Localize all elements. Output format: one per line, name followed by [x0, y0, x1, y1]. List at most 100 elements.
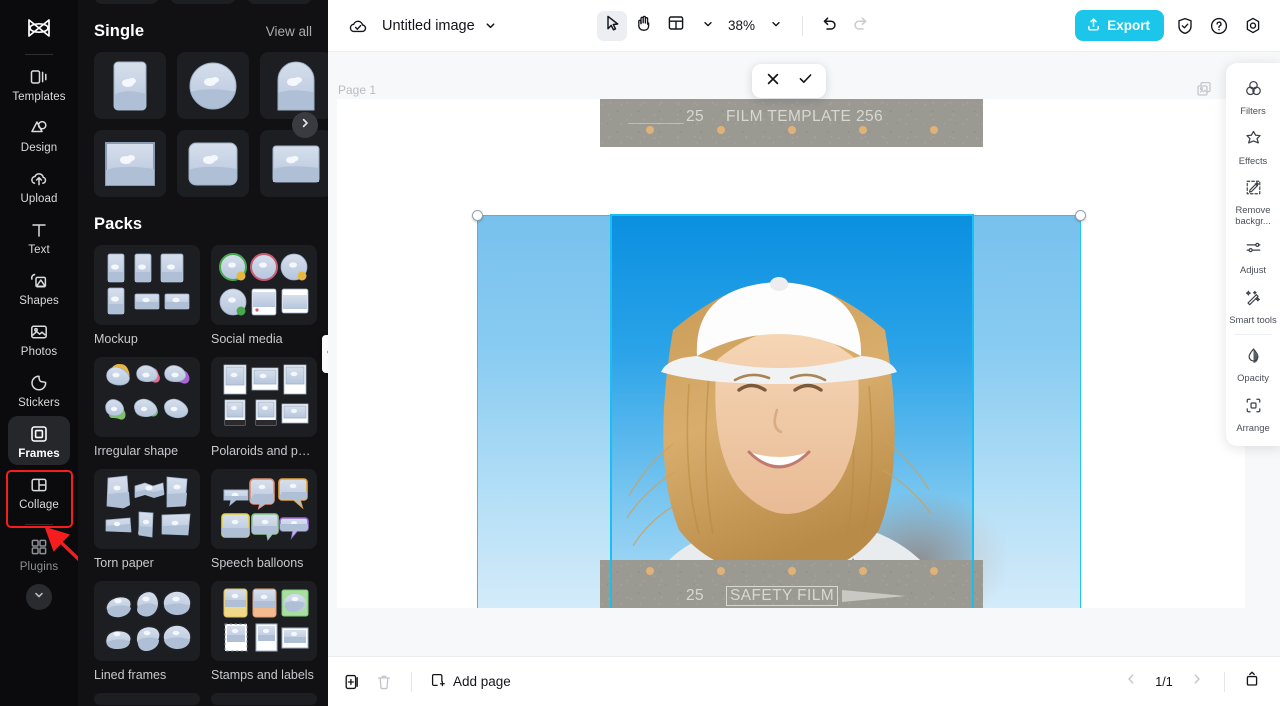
pack-thumbnail	[211, 245, 317, 325]
pack-label: Stamps and labels	[211, 668, 314, 682]
select-tool-button[interactable]	[596, 10, 627, 41]
tool-arrange[interactable]: Arrange	[1226, 389, 1280, 439]
undo-button[interactable]	[814, 11, 844, 41]
add-page-button[interactable]: Add page	[429, 672, 511, 692]
pack-torn-paper[interactable]: Torn paper	[94, 469, 200, 570]
sprocket-hole	[787, 126, 796, 134]
pack-partial-below[interactable]	[94, 693, 200, 705]
single-next-button[interactable]	[292, 112, 318, 138]
canvas-page[interactable]: 25 FILM TEMPLATE 256 25 SAFETY FILM	[337, 99, 1245, 608]
pack-stamps-and-labels[interactable]: Stamps and labels	[211, 581, 317, 682]
film-frame-number: 25	[686, 108, 705, 125]
pack-social-media[interactable]: Social media	[211, 245, 317, 346]
sidebar-item-stickers[interactable]: Stickers	[8, 365, 70, 414]
trash-icon[interactable]	[370, 668, 398, 696]
pack-speech-balloons[interactable]: Speech balloons	[211, 469, 317, 570]
prev-page-button[interactable]	[1117, 668, 1145, 696]
duplicate-page-icon[interactable]	[1194, 79, 1214, 99]
tool-filters[interactable]: Filters	[1226, 72, 1280, 122]
packs-grid: Mockup Social media Irregular shape Pola…	[94, 245, 317, 705]
shield-check-icon[interactable]	[1172, 13, 1198, 39]
film-strip-top-text: 25 FILM TEMPLATE 256	[600, 108, 983, 126]
export-button[interactable]: Export	[1075, 10, 1164, 41]
cloud-saved-icon[interactable]	[346, 14, 370, 38]
frame-thumb-partial[interactable]	[246, 0, 312, 4]
check-icon	[797, 70, 814, 92]
apply-crop-button[interactable]	[793, 69, 817, 93]
templates-icon	[28, 66, 50, 88]
film-title-text: FILM TEMPLATE 256	[726, 108, 884, 125]
frame-thumb-partial[interactable]	[94, 0, 160, 4]
frame-clipped-photo[interactable]	[610, 214, 974, 608]
pack-thumbnail	[94, 245, 200, 325]
add-page-label: Add page	[453, 674, 511, 689]
zoom-caret-button[interactable]	[761, 11, 791, 41]
tool-label: Remove backgr...	[1235, 204, 1271, 226]
layout-caret-button[interactable]	[693, 11, 723, 41]
pack-thumbnail	[211, 693, 317, 705]
pack-thumbnail	[94, 469, 200, 549]
view-all-link[interactable]: View all	[266, 24, 312, 39]
resize-handle-top-left[interactable]	[472, 210, 483, 221]
photo-image-cropped	[610, 214, 974, 608]
pack-partial-below[interactable]	[211, 693, 317, 705]
sprocket-hole	[645, 567, 654, 575]
frame-thumb-arch[interactable]	[260, 52, 328, 119]
panel-collapse-handle[interactable]	[322, 335, 328, 373]
tool-remove-background[interactable]: Remove backgr...	[1226, 171, 1280, 231]
chevron-down-icon	[770, 17, 782, 35]
sidebar-item-photos[interactable]: Photos	[8, 314, 70, 363]
frame-thumb-rounded-square[interactable]	[177, 130, 249, 197]
zoom-level-value[interactable]: 38%	[725, 18, 759, 33]
tool-adjust[interactable]: Adjust	[1226, 231, 1280, 281]
frame-thumb-rounded-rect-portrait[interactable]	[94, 52, 166, 119]
canvas-area[interactable]: Page 1 25 FILM TEMPLATE 256 25 SAFETY FI…	[328, 52, 1280, 656]
sidebar-item-frames[interactable]: Frames	[8, 416, 70, 465]
question-circle-icon[interactable]	[1206, 13, 1232, 39]
redo-button[interactable]	[846, 11, 876, 41]
sprocket-hole	[716, 126, 725, 134]
toolbar-divider	[801, 15, 803, 36]
duplicate-icon[interactable]	[338, 668, 366, 696]
capcut-logo-icon[interactable]	[19, 10, 59, 48]
next-page-button[interactable]	[1183, 668, 1211, 696]
sidebar-item-design[interactable]: Design	[8, 110, 70, 159]
tool-label: Arrange	[1236, 421, 1270, 433]
chevron-down-icon[interactable]	[484, 19, 497, 32]
pack-mockup[interactable]: Mockup	[94, 245, 200, 346]
page-label: Page 1	[338, 83, 377, 97]
cancel-crop-button[interactable]	[761, 69, 785, 93]
hand-tool-button[interactable]	[629, 11, 659, 41]
tool-opacity[interactable]: Opacity	[1226, 339, 1280, 389]
pack-irregular-shape[interactable]: Irregular shape	[94, 357, 200, 458]
sidebar-item-shapes[interactable]: Shapes	[8, 263, 70, 312]
sidebar-item-text[interactable]: Text	[8, 212, 70, 261]
frame-thumb-partial[interactable]	[170, 0, 236, 4]
sidebar-item-upload[interactable]: Upload	[8, 161, 70, 210]
pack-lined-frames[interactable]: Lined frames	[94, 581, 200, 682]
tool-label: Opacity	[1237, 372, 1269, 384]
document-title[interactable]: Untitled image	[382, 18, 475, 34]
pack-thumbnail	[211, 357, 317, 437]
layout-tool-button[interactable]	[661, 11, 691, 41]
pack-label: Polaroids and photo ...	[211, 444, 317, 458]
expand-more-button[interactable]	[26, 584, 52, 610]
sidebar-item-collage[interactable]: Collage	[8, 467, 70, 516]
add-page-icon	[429, 672, 446, 692]
frame-thumb-circle[interactable]	[177, 52, 249, 119]
sidebar-item-templates[interactable]: Templates	[8, 59, 70, 108]
resize-handle-top-right[interactable]	[1075, 210, 1086, 221]
collapse-panel-icon	[1243, 670, 1261, 693]
pack-polaroids-and-photo[interactable]: Polaroids and photo ...	[211, 357, 317, 458]
frame-thumb-square-outline[interactable]	[94, 130, 166, 197]
bottombar-divider	[1224, 671, 1225, 692]
film-frame-number: 25	[686, 587, 705, 604]
tool-smart-tools[interactable]: Smart tools	[1226, 281, 1280, 331]
settings-gear-icon[interactable]	[1240, 13, 1266, 39]
redo-icon	[852, 14, 870, 37]
tool-effects[interactable]: Effects	[1226, 122, 1280, 172]
frame-thumb-inset-rect[interactable]	[260, 130, 328, 197]
sidebar-item-plugins[interactable]: Plugins	[8, 529, 70, 578]
collapse-panel-button[interactable]	[1238, 668, 1266, 696]
tool-label: Adjust	[1239, 264, 1267, 276]
